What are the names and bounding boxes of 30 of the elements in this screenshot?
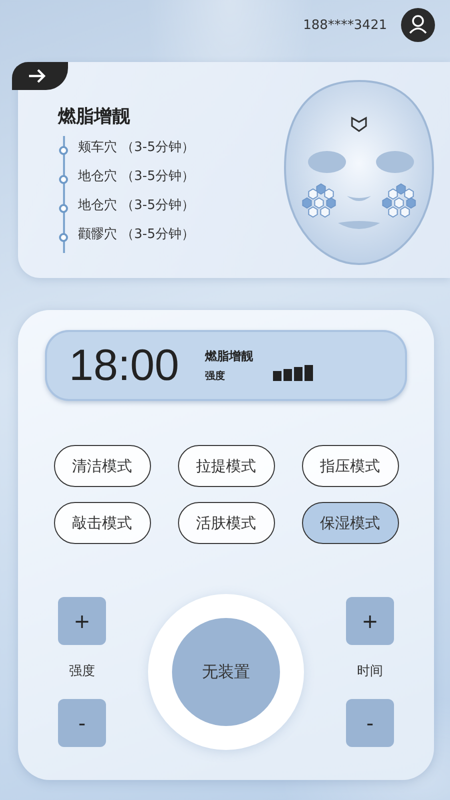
user-avatar-icon[interactable] (401, 8, 435, 42)
intensity-label: 强度 (205, 369, 226, 383)
mode-name: 燃脂增靓 (205, 348, 253, 365)
timeline-dot-icon (59, 174, 68, 184)
intensity-label: 强度 (69, 663, 95, 681)
timeline-dot-icon (59, 232, 68, 242)
time-label: 时间 (357, 663, 383, 681)
timer-text: 18:00 (69, 340, 180, 390)
mode-button[interactable]: 指压模式 (302, 445, 398, 487)
intensity-bars-icon (273, 362, 314, 380)
timeline-dot-icon (59, 146, 68, 154)
arrow-button[interactable] (12, 62, 68, 90)
device-button[interactable]: 无装置 (172, 618, 280, 726)
minus-button[interactable]: - (58, 699, 106, 747)
acupoint-item: 颧髎穴 （3-5分钟） (78, 226, 194, 243)
mode-button[interactable]: 清洁模式 (54, 445, 150, 487)
acupoint-item: 地仓穴 （3-5分钟） (78, 168, 194, 185)
arrow-icon (27, 68, 47, 84)
phone-number: 188****3421 (303, 18, 387, 32)
acupoint-item: 地仓穴 （3-5分钟） (78, 197, 194, 214)
program-title: 燃脂增靓 (58, 105, 131, 128)
acupoint-item: 颊车穴 （3-5分钟） (78, 139, 194, 156)
plus-button[interactable]: + (346, 597, 394, 645)
mode-button[interactable]: 活肤模式 (178, 502, 274, 544)
mode-button[interactable]: 保湿模式 (302, 502, 398, 544)
plus-button[interactable]: + (58, 597, 106, 645)
minus-button[interactable]: - (346, 699, 394, 747)
timeline-dot-icon (59, 204, 68, 212)
mode-button[interactable]: 敲击模式 (54, 502, 150, 544)
mode-button[interactable]: 拉提模式 (178, 445, 274, 487)
